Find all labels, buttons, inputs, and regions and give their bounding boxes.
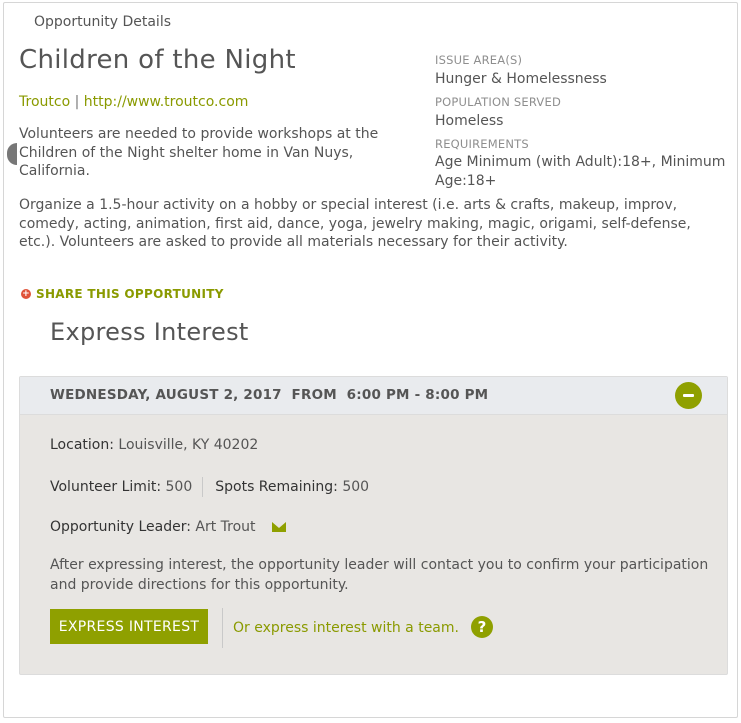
description-paragraph-1: Volunteers are needed to provide worksho… bbox=[19, 126, 379, 179]
help-question-icon[interactable]: ? bbox=[471, 616, 493, 638]
shift-panel: WEDNESDAY, AUGUST 2, 2017 FROM 6:00 PM -… bbox=[19, 376, 728, 675]
collapse-minus-icon[interactable] bbox=[675, 382, 702, 409]
plus-circle-icon: + bbox=[21, 289, 31, 299]
requirements-label: REQUIREMENTS bbox=[435, 137, 529, 151]
issue-area-value: Hunger & Homelessness bbox=[435, 71, 607, 87]
share-opportunity-link[interactable]: + SHARE THIS OPPORTUNITY bbox=[21, 287, 224, 301]
location-value: Louisville, KY 40202 bbox=[118, 437, 259, 453]
leader-name: Art Trout bbox=[195, 519, 256, 535]
organization-link[interactable]: Troutco bbox=[19, 94, 70, 110]
shift-panel-header[interactable]: WEDNESDAY, AUGUST 2, 2017 FROM 6:00 PM -… bbox=[20, 377, 727, 415]
opportunity-title: Children of the Night bbox=[19, 45, 296, 75]
organization-line: Troutco | http://www.troutco.com bbox=[19, 94, 248, 110]
leader-label: Opportunity Leader: bbox=[50, 519, 191, 535]
requirements-value: Age Minimum (with Adult):18+, Minimum Ag… bbox=[435, 154, 726, 189]
location-row: Location: Louisville, KY 40202 bbox=[50, 437, 258, 453]
capacity-divider bbox=[202, 477, 204, 497]
envelope-icon[interactable] bbox=[272, 522, 286, 532]
button-divider bbox=[222, 608, 223, 648]
population-value: Homeless bbox=[435, 113, 504, 129]
share-label: SHARE THIS OPPORTUNITY bbox=[36, 287, 224, 301]
issue-area-label: ISSUE AREA(S) bbox=[435, 53, 523, 67]
express-interest-button[interactable]: EXPRESS INTEREST bbox=[50, 609, 208, 644]
spots-remaining-label: Spots Remaining: bbox=[215, 479, 338, 495]
volunteer-limit-value: 500 bbox=[165, 479, 193, 495]
leader-row: Opportunity Leader: Art Trout bbox=[50, 519, 286, 535]
shift-date-time: WEDNESDAY, AUGUST 2, 2017 FROM 6:00 PM -… bbox=[50, 387, 489, 403]
capacity-row: Volunteer Limit: 500 Spots Remaining: 50… bbox=[50, 477, 369, 497]
express-with-team-link[interactable]: Or express interest with a team. bbox=[233, 620, 459, 636]
interest-note: After expressing interest, the opportuni… bbox=[50, 557, 709, 593]
volunteer-limit-label: Volunteer Limit: bbox=[50, 479, 162, 495]
spots-remaining-value: 500 bbox=[342, 479, 370, 495]
org-separator: | bbox=[74, 94, 80, 110]
section-header: Opportunity Details bbox=[34, 14, 171, 30]
express-interest-heading: Express Interest bbox=[50, 318, 249, 346]
description-paragraph-2: Organize a 1.5-hour activity on a hobby … bbox=[19, 197, 691, 250]
population-label: POPULATION SERVED bbox=[435, 95, 562, 109]
location-label: Location: bbox=[50, 437, 114, 453]
organization-url-link[interactable]: http://www.troutco.com bbox=[84, 94, 249, 110]
